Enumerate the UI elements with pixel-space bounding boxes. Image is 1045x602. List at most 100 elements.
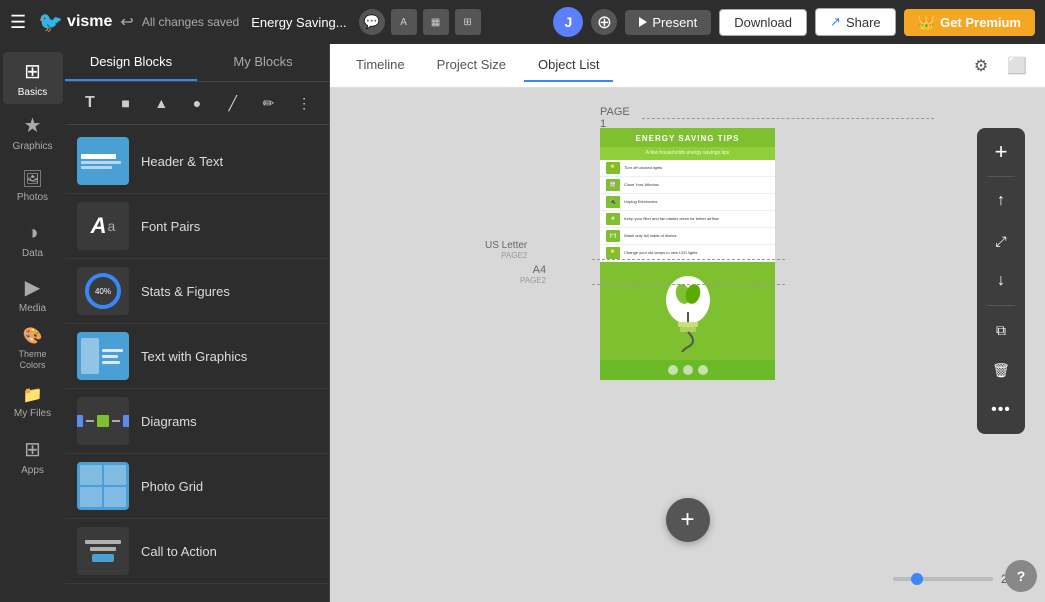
thumb-photo-grid-visual <box>77 462 129 510</box>
user-avatar[interactable]: J <box>553 7 583 37</box>
sidebar-item-data[interactable]: ◑ Data <box>3 214 63 266</box>
triangle-icon[interactable]: ▲ <box>146 88 176 118</box>
thumb-photo-cell-4 <box>104 487 126 507</box>
comment-icon[interactable]: 💬 <box>359 9 385 35</box>
sidebar-label-data: Data <box>22 248 43 259</box>
thumb-cta-btn <box>92 554 114 562</box>
project-name[interactable]: Energy Saving... <box>251 15 346 30</box>
zoom-slider[interactable] <box>893 577 993 581</box>
apps-icon: ⊞ <box>24 437 41 462</box>
grid-icon[interactable]: ⊞ <box>455 9 481 35</box>
topbar: ☰ 🐦 visme ↩ All changes saved Energy Sav… <box>0 0 1045 44</box>
us-letter-dash <box>592 259 785 260</box>
block-item-photo-grid[interactable]: Photo Grid <box>65 454 329 519</box>
sidebar-item-my-files[interactable]: 📁 My Files <box>3 376 63 428</box>
download-button[interactable]: Download <box>719 9 807 36</box>
tab-project-size[interactable]: Project Size <box>423 49 520 82</box>
delete-button[interactable]: 🗑 <box>983 352 1019 388</box>
slide-item-4: ❄ Keep your filter and fan blades clean … <box>600 211 775 228</box>
sidebar-item-apps[interactable]: ⊞ Apps <box>3 430 63 482</box>
thumb-diag-box3 <box>123 415 129 427</box>
slide-graphic-section <box>600 262 775 360</box>
slide-item-text-5: Wash only full loads of dishes <box>624 233 677 238</box>
tab-my-blocks[interactable]: My Blocks <box>197 44 329 81</box>
sidebar-item-media[interactable]: ▶ Media <box>3 268 63 320</box>
saved-status: All changes saved <box>142 15 239 29</box>
block-item-stats[interactable]: 40% Stats & Figures <box>65 259 329 324</box>
tab-design-blocks[interactable]: Design Blocks <box>65 44 197 81</box>
thumb-aa-large: A <box>91 213 107 239</box>
slide-item-3: 🔌 Unplug Electronics <box>600 194 775 211</box>
thumb-circle-text: 40% <box>95 287 111 296</box>
text-format-icon[interactable]: A <box>391 9 417 35</box>
text-icon[interactable]: T <box>75 88 105 118</box>
circle-icon[interactable]: ● <box>182 88 212 118</box>
add-collaborator-button[interactable]: ⊕ <box>591 9 617 35</box>
line-icon[interactable]: ╱ <box>218 88 248 118</box>
block-label-text-graphics: Text with Graphics <box>141 349 247 364</box>
menu-icon[interactable]: ☰ <box>10 12 26 33</box>
sidebar-item-theme-colors[interactable]: 🎨 Theme Colors <box>3 322 63 374</box>
more-tools-icon[interactable]: ⋮ <box>289 88 319 118</box>
page1-indicator: PAGE 1 <box>600 106 934 130</box>
resize-button[interactable]: ⤢ <box>983 223 1019 259</box>
theme-colors-icon: 🎨 <box>23 326 43 346</box>
help-button[interactable]: ? <box>1005 560 1037 592</box>
toolbar-divider-1 <box>987 176 1015 177</box>
slide-intro: A few households energy savings tips <box>600 147 775 160</box>
zoom-slider-thumb[interactable] <box>911 573 923 585</box>
thumb-diagram-inner <box>77 415 129 427</box>
slide-item-1: 💡 Turn off unused lights <box>600 160 775 177</box>
view-icon[interactable]: ⬜ <box>1001 50 1033 82</box>
page-area: PAGE 1 ENERGY SAVING TIPS A few househol… <box>600 128 775 380</box>
block-item-header-text[interactable]: Header & Text <box>65 129 329 194</box>
block-item-diagrams[interactable]: Diagrams <box>65 389 329 454</box>
block-label-font-pairs: Font Pairs <box>141 219 200 234</box>
thumb-diag-box1 <box>77 415 83 427</box>
layout-icon[interactable]: ▦ <box>423 9 449 35</box>
undo-icon[interactable]: ↩ <box>120 12 133 32</box>
a4-indicator: A4 PAGE2 <box>520 264 546 285</box>
canvas-viewport[interactable]: PAGE 1 ENERGY SAVING TIPS A few househol… <box>330 88 1045 602</box>
block-label-diagrams: Diagrams <box>141 414 197 429</box>
sidebar-item-photos[interactable]: 🖼 Photos <box>3 160 63 212</box>
pen-icon[interactable]: ✏ <box>254 88 284 118</box>
thumb-diag-line2 <box>112 420 120 422</box>
add-page-button[interactable]: + <box>666 498 710 542</box>
thumb-text-graphics-visual <box>77 332 129 380</box>
block-item-font-pairs[interactable]: A a Font Pairs <box>65 194 329 259</box>
block-item-cta[interactable]: Call to Action <box>65 519 329 584</box>
thumb-photo-cell-2 <box>104 465 126 485</box>
crown-icon: 👑 <box>918 14 935 31</box>
sidebar-item-graphics[interactable]: ★ Graphics <box>3 106 63 158</box>
sidebar-item-basics[interactable]: ⊞ Basics <box>3 52 63 104</box>
slide[interactable]: ENERGY SAVING TIPS A few households ener… <box>600 128 775 380</box>
settings-icon[interactable]: ⚙ <box>965 50 997 82</box>
a4-dash <box>592 284 785 285</box>
more-options-button[interactable]: ••• <box>983 392 1019 428</box>
move-up-button[interactable]: ↑ <box>983 183 1019 219</box>
present-button[interactable]: Present <box>625 10 711 35</box>
slide-item-5: 🍽 Wash only full loads of dishes <box>600 228 775 245</box>
thumb-line-thin2 <box>81 166 112 169</box>
block-thumb-stats: 40% <box>77 267 129 315</box>
main-area: ⊞ Basics ★ Graphics 🖼 Photos ◑ Data ▶ Me… <box>0 44 1045 602</box>
us-letter-indicator: US Letter PAGE2 <box>485 240 527 260</box>
square-icon[interactable]: ■ <box>111 88 141 118</box>
tab-object-list[interactable]: Object List <box>524 49 613 82</box>
thumb-text-line-3 <box>102 361 120 364</box>
sidebar-icons: ⊞ Basics ★ Graphics 🖼 Photos ◑ Data ▶ Me… <box>0 44 65 602</box>
tab-timeline[interactable]: Timeline <box>342 49 419 82</box>
block-item-text-graphics[interactable]: Text with Graphics <box>65 324 329 389</box>
thumb-diagrams-visual <box>77 397 129 445</box>
graphics-icon: ★ <box>24 113 42 138</box>
copy-button[interactable]: ⧉ <box>983 312 1019 348</box>
move-down-button[interactable]: ↓ <box>983 263 1019 299</box>
premium-button[interactable]: 👑 Get Premium <box>904 9 1035 36</box>
slide-item-text-1: Turn off unused lights <box>624 165 662 170</box>
sidebar-label-graphics: Graphics <box>12 141 52 152</box>
share-button[interactable]: ↗ Share <box>815 8 896 36</box>
thumb-line-thin <box>81 161 121 164</box>
add-element-button[interactable]: + <box>983 134 1019 170</box>
thumb-text-line-1 <box>102 349 123 352</box>
